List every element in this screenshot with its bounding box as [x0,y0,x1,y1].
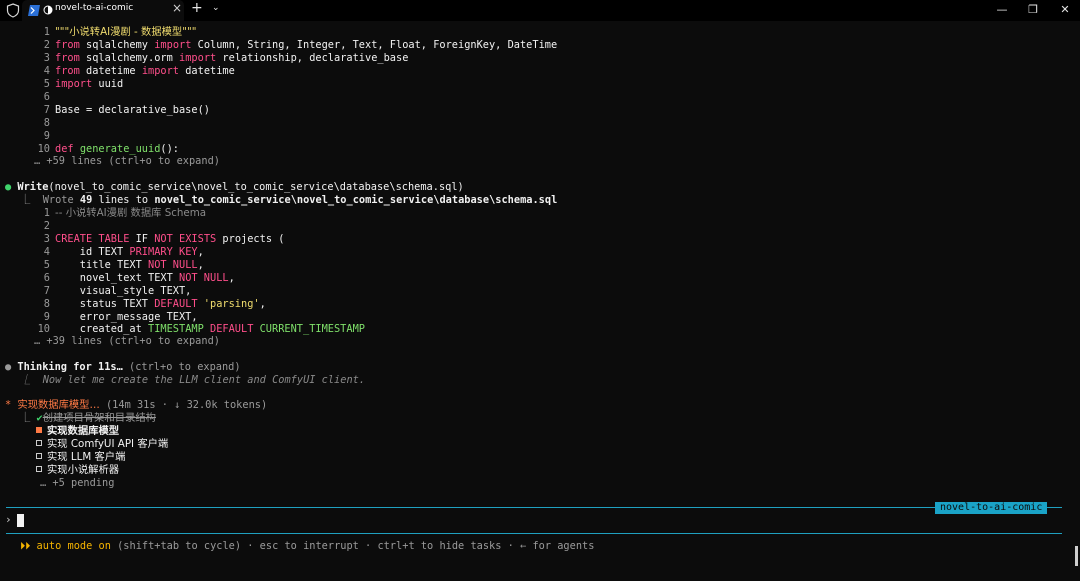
code-line: 5 import uuid [43,78,124,90]
title-bar: novel-to-ai-comic × + ⌄ — ❐ ✕ [0,0,1080,21]
maximize-button[interactable]: ❐ [1026,3,1040,17]
pending-task-icon [36,453,42,459]
task-item: 实现数据库模型 [36,425,119,438]
auto-mode-icon: ⏵⏵ [20,540,31,552]
code-line: 4 from datetime import datetime [43,65,235,77]
tab-dropdown-icon[interactable]: ⌄ [212,3,220,13]
task-item: 实现小说解析器 [36,464,119,477]
code-line: 9 [43,130,50,142]
active-task-icon [36,427,42,433]
success-dot-icon: ● [5,181,12,193]
session-badge: novel-to-ai-comic [935,502,1048,514]
code-line: 2 from sqlalchemy import Column, String, … [43,39,558,51]
spinner-icon [43,5,53,15]
code-line: 3 from sqlalchemy.orm import relationship… [43,52,409,64]
input-bottom-border [6,533,1062,534]
close-window-button[interactable]: ✕ [1058,3,1072,17]
write-result: ⎿ Wrote 49 lines to novel_to_comic_servi… [20,194,558,206]
tab-close-icon[interactable]: × [172,1,182,15]
code-line: 2 [43,220,50,232]
pending-task-icon [36,466,42,472]
prompt-arrow-icon: › [5,513,12,526]
code-line: 4 id TEXT PRIMARY KEY, [43,246,204,258]
thinking-header[interactable]: ● Thinking for 11s… (ctrl+o to expand) [5,361,241,374]
code-line: 1 -- 小说转AI漫剧 数据库 Schema [43,207,207,219]
code-line: 8 status TEXT DEFAULT 'parsing', [43,298,266,310]
task-header: * 实现数据库模型… (14m 31s · ↓ 32.0k tokens) [5,399,268,411]
code-line: 3 CREATE TABLE IF NOT EXISTS projects ( [43,233,285,245]
auto-mode-label: auto mode on [30,540,111,552]
write-header: ● Write(novel_to_comic_service\novel_to_… [5,181,464,193]
thinking-detail: ⎿ Now let me create the LLM client and C… [20,374,366,386]
expand-hint: … +59 lines (ctrl+o to expand) [34,155,220,167]
status-bar: ⏵⏵ auto mode on (shift+tab to cycle) · e… [20,540,594,553]
thinking-dot-icon: ● [5,361,12,373]
code-line: 5 title TEXT NOT NULL, [43,259,204,271]
task-item: 实现 ComfyUI API 客户端 [36,438,168,451]
shield-icon[interactable] [6,3,20,18]
task-item: 实现 LLM 客户端 [36,451,125,464]
input-top-border [6,507,1062,508]
new-tab-button[interactable]: + [191,0,203,16]
code-line: 7 Base = declarative_base() [43,104,210,116]
prompt-input[interactable] [17,514,24,527]
code-line: 6 novel_text TEXT NOT NULL, [43,272,235,284]
tab-title: novel-to-ai-comic [55,3,134,13]
code-line: 6 [43,91,50,103]
minimize-button[interactable]: — [995,3,1009,17]
scrollbar-thumb[interactable] [1075,546,1078,566]
tab-novel-to-ai-comic[interactable]: novel-to-ai-comic × [22,0,184,21]
pending-task-icon [36,440,42,446]
expand-hint: … +39 lines (ctrl+o to expand) [34,335,220,347]
code-line: 1 """小说转AI漫剧 - 数据模型""" [43,26,197,38]
powershell-icon [28,5,40,16]
spinner-star-icon: * [5,399,12,411]
code-line: 8 [43,117,50,129]
status-hints: (shift+tab to cycle) · esc to interrupt … [110,540,595,552]
code-line: 7 visual_style TEXT, [43,285,192,297]
pending-count: … +5 pending [40,477,115,489]
task-item: ⎿ ✔创建项目骨架和目录结构 [20,412,156,424]
